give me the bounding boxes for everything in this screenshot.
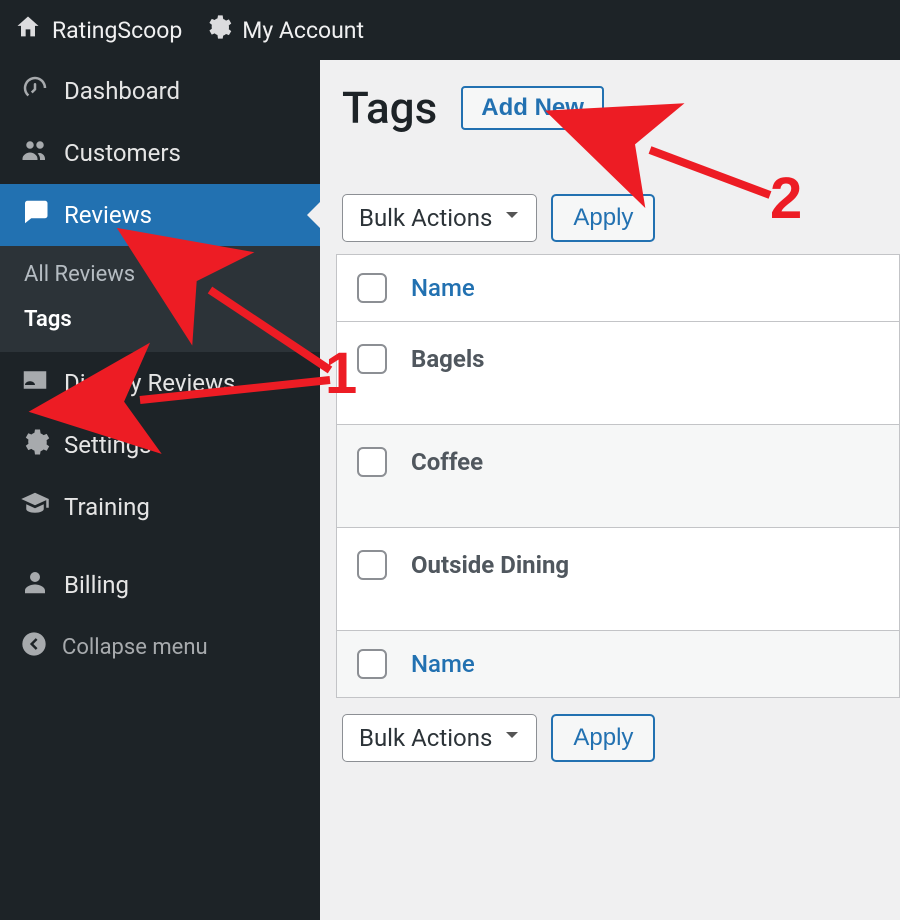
collapse-icon (20, 630, 48, 664)
site-name: RatingScoop (52, 17, 182, 44)
chevron-down-icon (500, 723, 524, 753)
bulk-actions-label: Bulk Actions (359, 204, 492, 232)
sidebar-item-settings[interactable]: Settings (0, 414, 320, 476)
row-checkbox[interactable] (357, 344, 387, 374)
column-name-header[interactable]: Name (411, 274, 475, 302)
sidebar-item-customers[interactable]: Customers (0, 122, 320, 184)
tag-name[interactable]: Bagels (411, 345, 485, 373)
table-row: Bagels (337, 321, 899, 424)
sidebar-item-label: Settings (64, 431, 152, 459)
adminbar-account[interactable]: My Account (204, 13, 364, 47)
gear-icon (20, 427, 50, 463)
sidebar-item-label: Billing (64, 571, 129, 599)
sidebar: Dashboard Customers Reviews All Reviews … (0, 60, 320, 920)
comment-icon (20, 197, 50, 233)
row-checkbox[interactable] (357, 447, 387, 477)
sidebar-item-billing[interactable]: Billing (0, 554, 320, 616)
home-icon (14, 13, 42, 47)
sidebar-item-label: All Reviews (24, 262, 135, 287)
sidebar-item-display-reviews[interactable]: Display Reviews (0, 352, 320, 414)
sidebar-subitem-tags[interactable]: Tags (0, 297, 320, 342)
sidebar-item-label: Customers (64, 139, 181, 167)
users-icon (20, 135, 50, 171)
sidebar-item-label: Tags (24, 307, 72, 332)
sidebar-item-label: Training (64, 493, 150, 521)
tablenav-top: Bulk Actions Apply (342, 194, 900, 242)
table-header: Name (337, 255, 899, 321)
account-label: My Account (242, 17, 364, 44)
gauge-icon (20, 73, 50, 109)
sidebar-item-dashboard[interactable]: Dashboard (0, 60, 320, 122)
sidebar-subitem-all-reviews[interactable]: All Reviews (0, 252, 320, 297)
tags-table: Name Bagels Coffee Outside Dining Name (336, 254, 900, 698)
column-name-footer[interactable]: Name (411, 650, 475, 678)
sidebar-item-label: Display Reviews (64, 369, 235, 397)
sidebar-submenu-reviews: All Reviews Tags (0, 246, 320, 352)
bulk-actions-select-bottom[interactable]: Bulk Actions (342, 714, 537, 762)
sidebar-item-label: Dashboard (64, 77, 180, 105)
tag-name[interactable]: Outside Dining (411, 551, 569, 579)
grad-cap-icon (20, 489, 50, 525)
bulk-actions-select-top[interactable]: Bulk Actions (342, 194, 537, 242)
sidebar-collapse[interactable]: Collapse menu (0, 616, 320, 678)
table-row: Coffee (337, 424, 899, 527)
select-all-checkbox-top[interactable] (357, 273, 387, 303)
chevron-down-icon (500, 203, 524, 233)
tablenav-bottom: Bulk Actions Apply (342, 714, 900, 762)
bulk-actions-label: Bulk Actions (359, 724, 492, 752)
collapse-label: Collapse menu (62, 635, 208, 660)
sidebar-item-reviews[interactable]: Reviews (0, 184, 320, 246)
sidebar-item-label: Reviews (64, 201, 152, 229)
gear-icon (204, 13, 232, 47)
table-footer: Name (337, 630, 899, 697)
apply-button-bottom[interactable]: Apply (551, 714, 655, 762)
table-row: Outside Dining (337, 527, 899, 630)
content: Tags Add New Bulk Actions Apply Name Bag… (320, 60, 900, 920)
select-all-checkbox-bottom[interactable] (357, 649, 387, 679)
person-icon (20, 567, 50, 603)
page-title: Tags (342, 82, 437, 134)
sidebar-item-training[interactable]: Training (0, 476, 320, 538)
tag-name[interactable]: Coffee (411, 448, 483, 476)
row-checkbox[interactable] (357, 550, 387, 580)
apply-button-top[interactable]: Apply (551, 194, 655, 242)
adminbar-site[interactable]: RatingScoop (14, 13, 182, 47)
add-new-button[interactable]: Add New (461, 86, 604, 130)
id-card-icon (20, 365, 50, 401)
